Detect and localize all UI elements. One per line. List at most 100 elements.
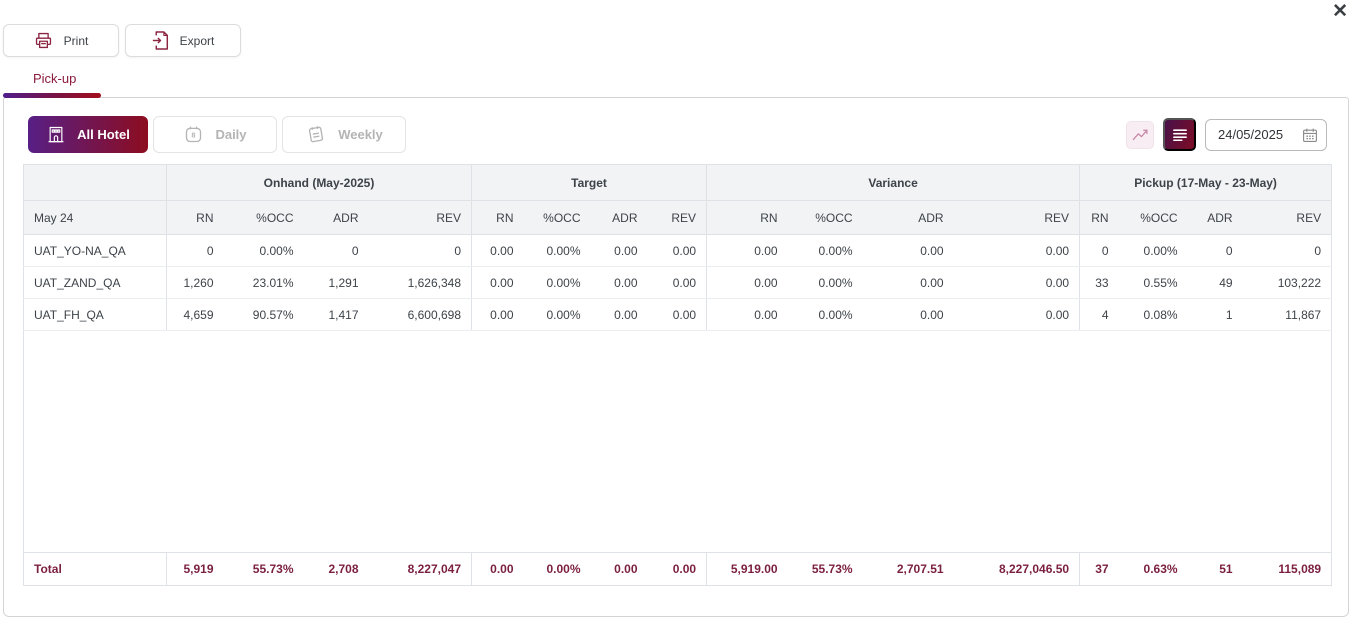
cell: 0.00 (591, 235, 648, 267)
col-header: REV (1243, 201, 1332, 235)
cell: 33 (1080, 267, 1119, 299)
col-header: REV (648, 201, 707, 235)
weekly-button[interactable]: Weekly (282, 116, 406, 153)
calendar-icon (1302, 127, 1318, 143)
export-icon (152, 31, 169, 50)
table-row: UAT_ZAND_QA 1,260 23.01% 1,291 1,626,348… (24, 267, 1332, 299)
cell: 0.00% (788, 235, 863, 267)
cell: 4,659 (167, 299, 224, 331)
table-view-button[interactable] (1163, 118, 1196, 151)
hotel-name-cell: UAT_FH_QA (24, 299, 167, 331)
col-header: ADR (1188, 201, 1243, 235)
tab-pickup[interactable]: Pick-up (33, 71, 76, 86)
total-cell: 0.00 (648, 553, 707, 586)
cell: 103,222 (1243, 267, 1332, 299)
col-header: %OCC (524, 201, 591, 235)
cell: 11,867 (1243, 299, 1332, 331)
group-header-variance: Variance (707, 165, 1080, 201)
cell: 0.00% (1119, 235, 1188, 267)
hotel-name-cell: UAT_YO-NA_QA (24, 235, 167, 267)
export-button[interactable]: Export (125, 24, 241, 57)
total-cell: 2,708 (304, 553, 369, 586)
col-header: %OCC (788, 201, 863, 235)
date-input[interactable]: 24/05/2025 (1205, 119, 1327, 151)
pickup-report-dialog: { "window": { "close_symbol": "✕" }, "co… (0, 0, 1357, 630)
cell: 1,626,348 (369, 267, 472, 299)
pickup-report-table: Onhand (May-2025) Target Variance Pickup… (23, 164, 1332, 586)
total-label: Total (24, 553, 167, 586)
total-cell: 8,227,046.50 (954, 553, 1080, 586)
total-cell: 8,227,047 (369, 553, 472, 586)
corner-empty-cell (24, 165, 167, 201)
daily-button[interactable]: 8 Daily (153, 116, 277, 153)
total-cell: 2,707.51 (863, 553, 954, 586)
weekly-label: Weekly (338, 127, 383, 142)
col-header: ADR (304, 201, 369, 235)
cell: 0.00 (954, 299, 1080, 331)
total-cell: 5,919.00 (707, 553, 788, 586)
all-hotel-button[interactable]: All Hotel (28, 116, 148, 153)
col-header: RN (472, 201, 524, 235)
col-header: ADR (863, 201, 954, 235)
total-cell: 55.73% (224, 553, 304, 586)
cell: 49 (1188, 267, 1243, 299)
cell: 0.00 (591, 267, 648, 299)
daily-label: Daily (215, 127, 246, 142)
top-toolbar: Print Export (3, 24, 241, 57)
date-value: 24/05/2025 (1218, 127, 1283, 142)
report-toolbar: All Hotel 8 Daily (28, 116, 1327, 153)
print-button[interactable]: Print (3, 24, 119, 57)
export-button-label: Export (180, 34, 215, 48)
col-header: %OCC (224, 201, 304, 235)
chart-view-button[interactable] (1126, 121, 1154, 149)
col-header: REV (369, 201, 472, 235)
col-header: ADR (591, 201, 648, 235)
line-chart-icon (1132, 127, 1149, 142)
cell: 0.00% (524, 235, 591, 267)
total-cell: 0.00 (591, 553, 648, 586)
cell: 0.00% (788, 267, 863, 299)
cell: 1,417 (304, 299, 369, 331)
col-header: RN (707, 201, 788, 235)
cell: 0.00 (707, 235, 788, 267)
print-icon (34, 32, 53, 49)
cell: 0.00 (707, 299, 788, 331)
table-row: UAT_YO-NA_QA 0 0.00% 0 0 0.00 0.00% 0.00… (24, 235, 1332, 267)
total-cell: 51 (1188, 553, 1243, 586)
hotel-name-cell: UAT_ZAND_QA (24, 267, 167, 299)
cell: 0.00 (472, 235, 524, 267)
group-header-row: Onhand (May-2025) Target Variance Pickup… (24, 165, 1332, 201)
col-header: RN (1080, 201, 1119, 235)
all-hotel-label: All Hotel (77, 127, 130, 142)
cell: 0.08% (1119, 299, 1188, 331)
report-panel: All Hotel 8 Daily (3, 97, 1349, 617)
cell: 0.00 (648, 299, 707, 331)
cell: 0 (1188, 235, 1243, 267)
col-header: %OCC (1119, 201, 1188, 235)
cell: 0.00 (648, 235, 707, 267)
cell: 4 (1080, 299, 1119, 331)
close-icon[interactable]: ✕ (1332, 1, 1348, 23)
corner-date-label: May 24 (24, 201, 167, 235)
cell: 0.00% (524, 299, 591, 331)
total-cell: 0.00 (472, 553, 524, 586)
calendar-daily-icon: 8 (183, 124, 204, 145)
list-view-icon (1172, 128, 1188, 142)
cell: 0.00 (591, 299, 648, 331)
cell: 0.00% (524, 267, 591, 299)
cell: 0 (369, 235, 472, 267)
cell: 0 (1080, 235, 1119, 267)
cell: 0.00% (788, 299, 863, 331)
cell: 23.01% (224, 267, 304, 299)
cell: 1,291 (304, 267, 369, 299)
total-cell: 0.00% (524, 553, 591, 586)
cell: 0.00 (863, 299, 954, 331)
cell: 0.00 (954, 235, 1080, 267)
col-header: REV (954, 201, 1080, 235)
print-button-label: Print (64, 34, 89, 48)
total-row: Total 5,919 55.73% 2,708 8,227,047 0.00 … (24, 553, 1332, 586)
cell: 0 (304, 235, 369, 267)
tab-active-underline (3, 93, 101, 98)
hotel-icon (46, 125, 66, 145)
total-cell: 55.73% (788, 553, 863, 586)
